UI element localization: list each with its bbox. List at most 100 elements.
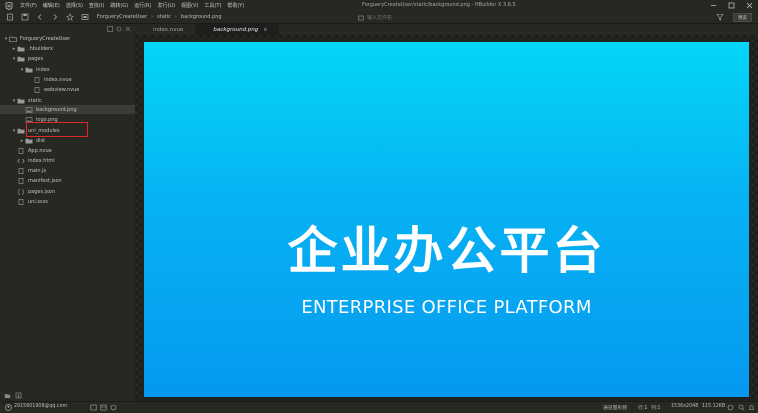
tree-item-dist[interactable]: ▸ dist [0, 136, 135, 145]
window-title: ForgueryCreateUser/static/background.png… [362, 2, 516, 8]
tree-item-label: pages.json [28, 188, 55, 195]
folder-icon [17, 46, 25, 52]
status-bar: 2915601908@qq.com 通览图形频 行:1 列:1 1536x204… [0, 401, 758, 413]
menu-item-8[interactable]: 工具(T) [201, 2, 224, 9]
status-dimensions: 1536x2048 [671, 404, 699, 409]
menu-item-3[interactable]: 查找(I) [86, 2, 107, 9]
terminal-icon[interactable] [90, 404, 97, 411]
explorer-icon[interactable] [79, 12, 90, 23]
tree-item-webview-nvue[interactable]: webview.nvue [0, 85, 135, 94]
tree-item-manifest-json[interactable]: manifest.json [0, 176, 135, 185]
minimize-icon[interactable] [709, 1, 718, 10]
menu-item-0[interactable]: 文件(F) [17, 2, 40, 9]
tree-item-label: background.png [36, 106, 77, 113]
breadcrumb: ForgueryCreateUser › static › background.png [97, 14, 222, 20]
tab-close-icon[interactable]: × [263, 27, 267, 33]
tree-item-label: pages [28, 55, 44, 62]
user-avatar-icon[interactable] [5, 404, 12, 411]
breadcrumb-separator-icon: › [174, 14, 177, 20]
menu-item-1[interactable]: 编辑(E) [40, 2, 63, 9]
file-icon [33, 86, 41, 93]
search-icon[interactable] [738, 404, 745, 411]
new-project-icon[interactable] [4, 392, 11, 399]
file-icon [17, 177, 25, 184]
import-icon[interactable] [15, 392, 22, 399]
menu-item-6[interactable]: 发行(U) [154, 2, 178, 9]
folder-icon [17, 56, 25, 62]
status-mode[interactable]: 通览图形频 [603, 404, 627, 411]
breadcrumb-item[interactable]: ForgueryCreateUser [97, 14, 147, 20]
maximize-icon[interactable] [727, 1, 736, 10]
menu-item-4[interactable]: 跳转(G) [107, 2, 131, 9]
collapse-all-icon[interactable] [107, 26, 113, 32]
menu-bar: 文件(F) 编辑(E) 选择(S) 查找(I) 跳转(G) 运行(R) 发行(U) 视图(V)… [0, 0, 758, 11]
tab-index-nvue[interactable]: index.nvue [135, 24, 195, 35]
folder-icon [17, 98, 25, 104]
status-col: 列:1 [651, 406, 661, 411]
tree-item-hbuilderx[interactable]: ▸ .hbuilderx [0, 44, 135, 53]
tree-item-label: .hbuilderx [28, 45, 54, 52]
file-search-input[interactable] [367, 14, 497, 21]
tree-item-pages-json[interactable]: pages.json [0, 187, 135, 196]
menu-item-2[interactable]: 选择(S) [63, 2, 86, 9]
file-icon [17, 147, 25, 154]
preview-title: 企业办公平台 [287, 222, 606, 280]
sync-icon[interactable] [727, 404, 734, 411]
menu-item-7[interactable]: 视图(V) [178, 2, 201, 9]
breadcrumb-separator-icon: › [151, 14, 154, 20]
back-icon[interactable] [34, 12, 45, 23]
tree-item-label: webview.nvue [44, 86, 80, 93]
status-size: 115.12KB [702, 404, 726, 409]
menu-item-9[interactable]: 帮助(Y) [224, 2, 247, 9]
file-icon [17, 198, 25, 205]
file-icon [33, 76, 41, 83]
save-icon[interactable] [19, 12, 30, 23]
tree-item-label: index.nvue [44, 76, 72, 83]
tree-item-label: static [28, 97, 42, 104]
tree-item-label: ForgueryCreateUser [20, 35, 71, 42]
preview-subtitle: ENTERPRISE OFFICE PLATFORM [301, 297, 592, 318]
tree-item-label: App.nvue [28, 147, 52, 154]
breadcrumb-item[interactable]: background.png [181, 14, 222, 20]
menu-items: 文件(F) 编辑(E) 选择(S) 查找(I) 跳转(G) 运行(R) 发行(U) 视图(V)… [17, 2, 247, 9]
bell-icon[interactable] [748, 404, 755, 411]
tree-item-static[interactable]: ▾ static [0, 96, 135, 105]
notification-icon[interactable] [110, 404, 117, 411]
tree-item-index-nvue[interactable]: index.nvue [0, 75, 135, 84]
tab-background-png[interactable]: background.png × [195, 24, 280, 35]
close-icon[interactable] [745, 1, 754, 10]
tree-item-pages[interactable]: ▾ pages [0, 54, 135, 63]
menu-item-5[interactable]: 运行(R) [131, 2, 154, 9]
star-icon[interactable] [64, 12, 75, 23]
tree-item-label: manifest.json [28, 177, 62, 184]
hbuilderx-logo-icon [4, 1, 14, 10]
folder-icon [17, 128, 25, 134]
console-icon[interactable] [100, 404, 107, 411]
forward-icon[interactable] [49, 12, 60, 23]
preview-button[interactable]: 预览 [733, 13, 752, 22]
new-file-icon[interactable] [4, 12, 15, 23]
tree-item-background-png[interactable]: background.png [0, 105, 135, 114]
tree-item-label: dist [36, 137, 46, 144]
status-user[interactable]: 2915601908@qq.com [14, 404, 67, 409]
tree-item-index[interactable]: ▾ index [0, 65, 135, 74]
folder-icon [25, 138, 33, 144]
background-image-preview: 企业办公平台 ENTERPRISE OFFICE PLATFORM [144, 42, 749, 397]
refresh-icon[interactable] [116, 26, 122, 32]
tree-item-main-js[interactable]: main.js [0, 166, 135, 175]
tree-item-app-nvue[interactable]: App.nvue [0, 146, 135, 155]
annotation-highlight-box [26, 122, 88, 137]
tree-item-label: index [36, 66, 50, 73]
breadcrumb-item[interactable]: static [157, 14, 171, 20]
folder-icon [25, 67, 33, 73]
filter-icon[interactable] [716, 13, 725, 22]
file-search-box [358, 13, 508, 22]
toolbar: ForgueryCreateUser › static › background.png… [0, 11, 758, 24]
json-icon [17, 188, 25, 195]
sidebar-bottom-bar [0, 390, 135, 401]
tree-item-uni-scss[interactable]: uni.scss [0, 197, 135, 206]
tree-item-forguerycreateuser[interactable]: ▾ ForgueryCreateUser [0, 34, 135, 43]
sidebar-close-icon[interactable] [125, 26, 131, 32]
tree-item-index-html[interactable]: index.html [0, 156, 135, 165]
tree-item-label: uni.scss [28, 198, 48, 205]
